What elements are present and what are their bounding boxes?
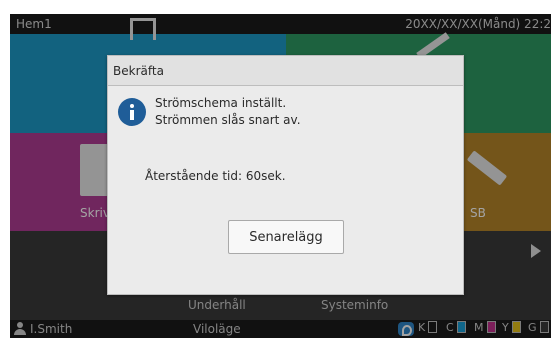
postpone-button[interactable]: Senarelägg (228, 220, 344, 254)
confirm-dialog: Bekräfta Strömschema inställt. Strömmen … (107, 55, 464, 295)
dialog-message-line2: Strömmen slås snart av. (155, 113, 301, 127)
dialog-header: Bekräfta (108, 56, 463, 86)
dialog-message-line1: Strömschema inställt. (155, 96, 287, 110)
remaining-time: Återstående tid: 60sek. (145, 169, 286, 183)
dialog-title: Bekräfta (113, 64, 164, 78)
info-icon (118, 98, 146, 126)
